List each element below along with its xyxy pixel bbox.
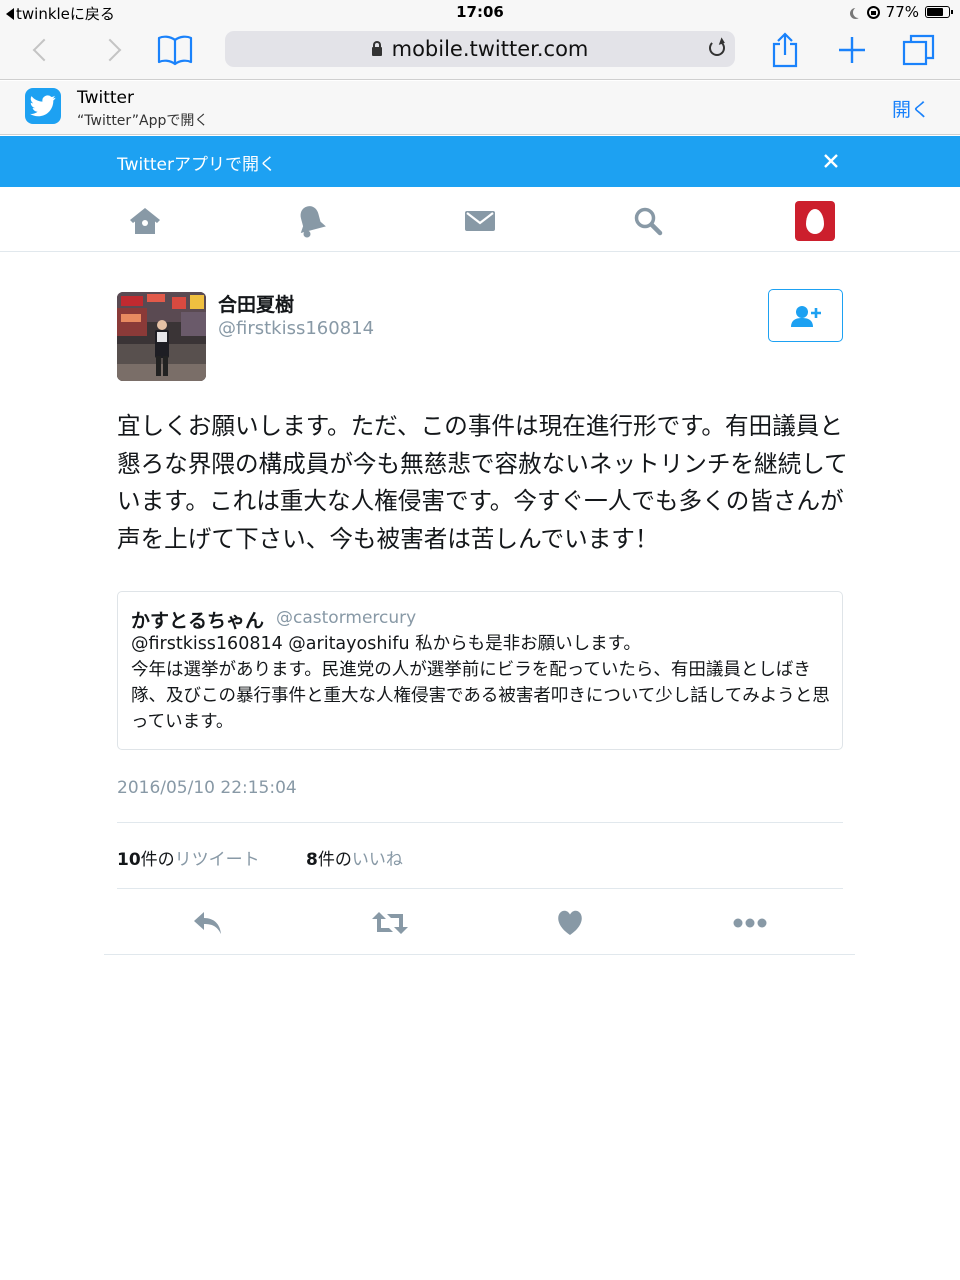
retweet-label: リツイート (174, 850, 260, 870)
tweet-text: 宜しくお願いします。ただ、この事件は現在進行形です。有田議員と懇ろな界隈の構成員… (117, 412, 848, 553)
add-user-icon (790, 305, 821, 327)
divider (117, 888, 843, 889)
address-bar[interactable]: mobile.twitter.com (225, 31, 735, 67)
home-icon (130, 208, 160, 234)
like-label: いいね (351, 850, 403, 870)
retweet-stat[interactable]: 10件のリツイート (117, 845, 306, 870)
notifications-icon (300, 206, 326, 238)
twitter-nav-bar (0, 187, 960, 252)
open-in-app-bar[interactable]: Twitterアプリで開く (0, 136, 960, 187)
chevron-right-icon (98, 38, 122, 62)
messages-icon (465, 211, 495, 231)
battery-icon (925, 6, 953, 18)
retweet-suffix: 件の (140, 850, 175, 870)
share-button[interactable] (763, 30, 807, 70)
chevron-left-icon (32, 38, 56, 62)
like-count: 8 (306, 850, 318, 870)
divider (104, 954, 855, 955)
tweet-timestamp: 2016/05/10 22:15:04 (117, 778, 297, 798)
reply-icon (194, 912, 221, 934)
author-avatar[interactable] (117, 292, 206, 381)
do-not-disturb-icon (853, 7, 864, 18)
author-name[interactable]: 合田夏樹 (218, 290, 294, 317)
smart-app-banner: Twitter “Twitter”Appで開く 開く (0, 81, 960, 135)
nav-profile[interactable] (795, 201, 835, 241)
search-icon (634, 207, 663, 236)
quoted-tweet[interactable]: かすとるちゃん @castormercury @firstkiss160814 … (117, 591, 843, 750)
divider (117, 822, 843, 823)
app-banner-subtitle: “Twitter”Appで開く (77, 113, 209, 129)
close-icon (824, 154, 838, 168)
author-handle[interactable]: @firstkiss160814 (218, 318, 374, 339)
avatar-photo (117, 292, 206, 381)
reply-button[interactable] (188, 906, 228, 940)
like-stat[interactable]: 8件のいいね (306, 845, 403, 870)
quoted-author-name: かすとるちゃん (131, 610, 265, 632)
quoted-tweet-text: @firstkiss160814 @aritayoshifu 私からも是非お願い… (131, 631, 831, 735)
twitter-bird-icon (30, 95, 56, 117)
retweet-count: 10 (117, 850, 141, 870)
egg-avatar-icon (806, 208, 824, 234)
app-banner-title: Twitter (77, 88, 134, 108)
like-button[interactable] (550, 906, 590, 940)
open-in-app-text: Twitterアプリで開く (117, 155, 276, 175)
nav-home[interactable] (125, 201, 165, 241)
book-icon (157, 35, 193, 66)
status-time: 17:06 (456, 3, 504, 21)
lock-icon (371, 40, 382, 56)
twitter-app-icon (25, 88, 61, 124)
nav-messages[interactable] (460, 201, 500, 241)
forward-button[interactable] (88, 30, 132, 70)
follow-button[interactable] (768, 289, 843, 342)
more-button[interactable] (730, 906, 770, 940)
plus-icon (839, 37, 865, 63)
more-icon (733, 918, 767, 928)
tabs-icon (902, 34, 935, 66)
quoted-text-line1: @firstkiss160814 @aritayoshifu 私からも是非お願い… (131, 634, 641, 654)
tweet-stats: 10件のリツイート 8件のいいね (117, 845, 403, 870)
like-suffix: 件の (317, 850, 352, 870)
nav-notifications[interactable] (291, 201, 331, 241)
bookmarks-button[interactable] (153, 30, 197, 70)
tweet-actions (0, 900, 960, 944)
quoted-text-body: 今年は選挙があります。民進党の人が選挙前にビラを配っていたら、有田議員としばき隊… (131, 660, 830, 732)
app-banner-open-link[interactable]: 開く (892, 95, 930, 122)
profile-icon (795, 201, 835, 241)
quoted-author-handle: @castormercury (276, 608, 417, 628)
like-icon (558, 910, 582, 935)
rotation-lock-icon (866, 5, 880, 19)
browser-toolbar: mobile.twitter.com (0, 24, 960, 80)
dismiss-button[interactable] (816, 146, 846, 176)
tabs-button[interactable] (897, 30, 941, 70)
retweet-icon (372, 912, 408, 934)
battery-percent: 77% (885, 3, 919, 21)
status-bar: twinkleに戻る 17:06 77% (0, 0, 960, 24)
reload-icon[interactable] (709, 40, 725, 56)
new-tab-button[interactable] (830, 30, 874, 70)
back-button[interactable] (22, 30, 66, 70)
url-text: mobile.twitter.com (391, 37, 589, 61)
share-icon (772, 32, 798, 68)
retweet-button[interactable] (370, 906, 410, 940)
nav-search[interactable] (628, 201, 668, 241)
